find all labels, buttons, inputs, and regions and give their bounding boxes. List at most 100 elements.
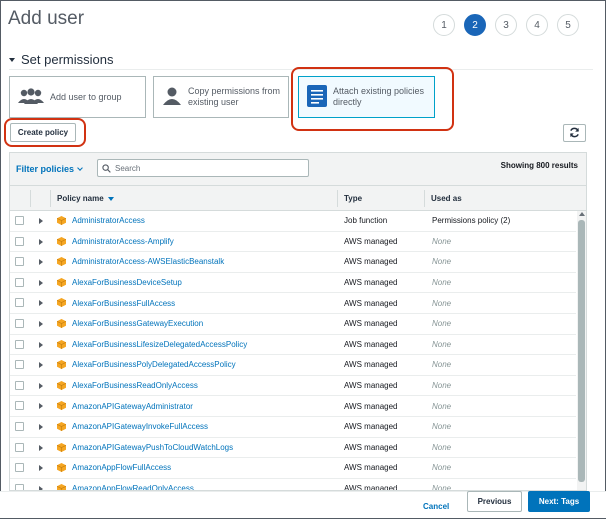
step-5[interactable]: 5	[557, 14, 579, 36]
table-row[interactable]: AlexaForBusinessDeviceSetup AWS managed No…	[10, 273, 576, 294]
expand-arrow-icon[interactable]	[39, 444, 43, 451]
next-tags-button[interactable]: Next: Tags	[528, 491, 590, 512]
row-checkbox[interactable]	[15, 277, 24, 287]
policy-cube-icon	[57, 421, 66, 431]
column-divider	[30, 190, 31, 207]
policy-type: AWS managed	[344, 319, 398, 329]
step-2-active[interactable]: 2	[464, 14, 486, 36]
table-row[interactable]: AmazonAppFlowFullAccess AWS managed None	[10, 458, 576, 479]
policy-name-link[interactable]: AlexaForBusinessReadOnlyAccess	[72, 381, 198, 390]
refresh-button[interactable]	[563, 124, 586, 142]
row-checkbox[interactable]	[15, 442, 24, 452]
table-body: AdministratorAccess Job function Permissio…	[10, 211, 576, 491]
policy-type: AWS managed	[344, 257, 398, 267]
policy-cube-icon	[57, 463, 66, 473]
policy-name-link[interactable]: AmazonAPIGatewayInvokeFullAccess	[72, 422, 208, 431]
option-label: Add user to group	[50, 91, 122, 102]
row-checkbox[interactable]	[15, 216, 24, 225]
policy-name-link[interactable]: AdministratorAccess-AWSElasticBeanstalk	[72, 257, 224, 266]
table-row[interactable]: AlexaForBusinessPolyDelegatedAccessPolic…	[10, 355, 576, 376]
expand-arrow-icon[interactable]	[39, 403, 43, 410]
table-row[interactable]: AlexaForBusinessFullAccess AWS managed Non…	[10, 293, 576, 314]
row-checkbox[interactable]	[15, 257, 24, 267]
row-checkbox[interactable]	[15, 298, 24, 308]
table-row[interactable]: AdministratorAccess-AWSElasticBeanstalk A…	[10, 252, 576, 273]
row-checkbox[interactable]	[15, 483, 24, 490]
filter-policies-dropdown[interactable]: Filter policies	[16, 164, 83, 174]
vertical-scrollbar[interactable]	[577, 211, 586, 490]
results-count: Showing 800 results	[500, 161, 578, 170]
step-1[interactable]: 1	[433, 14, 455, 36]
table-row[interactable]: AlexaForBusinessGatewayExecution AWS mana…	[10, 314, 576, 335]
expand-arrow-icon[interactable]	[39, 279, 43, 286]
expand-arrow-icon[interactable]	[39, 465, 43, 472]
policy-type: AWS managed	[344, 484, 398, 491]
row-checkbox[interactable]	[15, 401, 24, 411]
column-label: Type	[344, 194, 363, 203]
refresh-icon	[569, 127, 580, 140]
policy-name-link[interactable]: AdministratorAccess-Amplify	[72, 237, 174, 246]
cancel-button[interactable]: Cancel	[423, 502, 449, 511]
scrollbar-thumb[interactable]	[578, 220, 585, 482]
expand-arrow-icon[interactable]	[39, 341, 43, 348]
step-4[interactable]: 4	[526, 14, 548, 36]
user-icon	[162, 86, 182, 108]
policy-used-as: None	[432, 422, 452, 432]
column-header-policy-name[interactable]: Policy name	[57, 186, 114, 211]
option-add-user-to-group[interactable]: Add user to group	[9, 76, 146, 118]
row-checkbox[interactable]	[15, 421, 24, 431]
expand-arrow-icon[interactable]	[39, 320, 43, 327]
row-checkbox[interactable]	[15, 339, 24, 349]
previous-button[interactable]: Previous	[467, 491, 522, 512]
row-checkbox[interactable]	[15, 360, 24, 370]
policy-name-link[interactable]: AlexaForBusinessDeviceSetup	[72, 278, 182, 287]
page-title: Add user	[8, 8, 85, 29]
policy-cube-icon	[57, 339, 66, 349]
table-row[interactable]: AmazonAPIGatewayPushToCloudWatchLogs AWS …	[10, 438, 576, 459]
policy-name-link[interactable]: AmazonAppFlowFullAccess	[72, 463, 171, 472]
table-row[interactable]: AdministratorAccess-Amplify AWS managed No…	[10, 232, 576, 253]
policy-name-link[interactable]: AdministratorAccess	[72, 216, 145, 225]
policy-used-as: None	[432, 401, 452, 411]
row-checkbox[interactable]	[15, 380, 24, 390]
policy-name-link[interactable]: AlexaForBusinessLifesizeDelegatedAccessP…	[72, 340, 247, 349]
group-icon	[18, 87, 44, 107]
filter-label: Filter policies	[16, 164, 75, 174]
row-checkbox[interactable]	[15, 236, 24, 246]
row-checkbox[interactable]	[15, 463, 24, 473]
table-row[interactable]: AdministratorAccess Job function Permissio…	[10, 211, 576, 232]
policy-name-link[interactable]: AmazonAPIGatewayAdministrator	[72, 402, 193, 411]
search-input[interactable]: Search	[97, 159, 309, 177]
table-row[interactable]: AlexaForBusinessLifesizeDelegatedAccessP…	[10, 335, 576, 356]
column-label: Policy name	[57, 194, 104, 203]
policy-name-link[interactable]: AmazonAppFlowReadOnlyAccess	[72, 484, 194, 490]
policy-cube-icon	[57, 360, 66, 370]
section-title: Set permissions	[21, 52, 114, 67]
column-header-type[interactable]: Type	[344, 186, 362, 211]
policy-name-link[interactable]: AmazonAPIGatewayPushToCloudWatchLogs	[72, 443, 233, 452]
expand-arrow-icon[interactable]	[39, 300, 43, 307]
policy-cube-icon	[57, 257, 66, 267]
table-row[interactable]: AmazonAPIGatewayInvokeFullAccess AWS mana…	[10, 417, 576, 438]
expand-arrow-icon[interactable]	[39, 362, 43, 369]
column-header-used-as[interactable]: Used as	[431, 186, 462, 211]
table-row[interactable]: AlexaForBusinessReadOnlyAccess AWS manage…	[10, 376, 576, 397]
expand-arrow-icon[interactable]	[39, 423, 43, 430]
policy-type: AWS managed	[344, 401, 398, 411]
expand-arrow-icon[interactable]	[39, 382, 43, 389]
step-3[interactable]: 3	[495, 14, 517, 36]
expand-arrow-icon[interactable]	[39, 218, 43, 224]
option-copy-permissions[interactable]: Copy permissions from existing user	[153, 76, 289, 118]
policy-used-as: None	[432, 360, 452, 370]
policy-type: AWS managed	[344, 463, 398, 473]
policy-name-link[interactable]: AlexaForBusinessFullAccess	[72, 299, 175, 308]
row-checkbox[interactable]	[15, 318, 24, 328]
table-row[interactable]: AmazonAPIGatewayAdministrator AWS managed…	[10, 396, 576, 417]
policy-name-link[interactable]: AlexaForBusinessPolyDelegatedAccessPolic…	[72, 360, 236, 369]
scroll-up-icon[interactable]	[579, 212, 585, 216]
expand-arrow-icon[interactable]	[39, 238, 43, 245]
policy-name-link[interactable]: AlexaForBusinessGatewayExecution	[72, 319, 203, 328]
expand-arrow-icon[interactable]	[39, 259, 43, 266]
table-row[interactable]: AmazonAppFlowReadOnlyAccess AWS managed No…	[10, 479, 576, 491]
section-header[interactable]: Set permissions	[9, 52, 113, 67]
